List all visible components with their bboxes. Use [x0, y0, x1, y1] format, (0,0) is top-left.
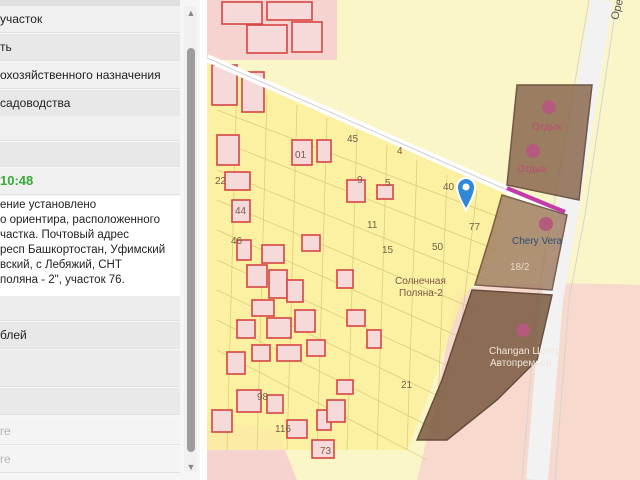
muted-text: re — [0, 424, 11, 438]
field-text: садоводства — [0, 96, 71, 110]
map-number-label: 22 — [215, 176, 227, 187]
scrollbar-thumb[interactable] — [187, 48, 195, 452]
map-canvas[interactable] — [207, 0, 640, 480]
listing-panel: участок ть охозяйственного назначения са… — [0, 0, 200, 480]
field-row-blank — [0, 116, 180, 141]
map-number-label: 45 — [347, 134, 359, 145]
map-number-label: 46 — [231, 236, 243, 247]
field-row-usage: садоводства — [0, 90, 180, 117]
field-row-category: участок — [0, 6, 180, 33]
price-text: блей — [0, 328, 27, 342]
update-time: 10:48 — [0, 168, 180, 195]
area-label-solnechnaya: Солнечная — [395, 276, 446, 287]
car-dealer-icon[interactable] — [539, 217, 553, 231]
map-number-label: 73 — [320, 446, 332, 457]
field-row-muted: re — [0, 418, 180, 445]
field-text: участок — [0, 12, 43, 26]
description-line: о ориентира, расположенного — [0, 214, 160, 226]
field-text: ть — [0, 40, 12, 54]
map-number-label: 18/2 — [510, 262, 530, 273]
description-line: поляна - 2", участок 76. — [0, 274, 125, 286]
poi-label-chery: Chery Vera — [512, 236, 563, 247]
field-row-blank-2 — [0, 142, 180, 167]
description-line: частка. Почтовый адрес — [0, 229, 130, 241]
map-number-label: 4 — [397, 146, 403, 157]
field-text: охозяйственного назначения — [0, 68, 161, 82]
area-label-polyana: Поляна-2 — [399, 288, 443, 299]
map-number-label: 21 — [401, 380, 413, 391]
hotel-icon[interactable] — [526, 144, 540, 158]
map-number-label: 40 — [443, 182, 455, 193]
poi-label-avtopremier: Автопремьер — [490, 358, 552, 369]
map-number-label: 116 — [275, 424, 291, 435]
map-number-label: 44 — [235, 206, 247, 217]
description-line: ение установлено — [0, 199, 97, 211]
car-dealer-icon[interactable] — [516, 323, 530, 337]
scroll-down-arrow-icon[interactable]: ▼ — [186, 462, 196, 472]
map-number-label: 50 — [432, 242, 444, 253]
map-number-label: 5 — [385, 178, 391, 189]
map-number-label: 11 — [367, 220, 378, 231]
poi-label-otdyh-2: Отдых — [517, 164, 548, 175]
field-row-land-category: охозяйственного назначения — [0, 62, 180, 89]
map-number-label: 15 — [382, 245, 394, 256]
restaurant-icon[interactable] — [542, 100, 556, 114]
map-number-label: 98 — [257, 392, 269, 403]
description-line: вский, с Лебяжий, СНТ — [0, 259, 122, 271]
field-row-blank-4 — [0, 350, 180, 387]
field-row-price: блей — [0, 322, 180, 349]
map-number-label: 01 — [295, 150, 307, 161]
muted-text: re — [0, 452, 11, 466]
address-description: ение установлено о ориентира, расположен… — [0, 196, 180, 298]
field-row-blank-5 — [0, 388, 180, 415]
map-number-label: 77 — [469, 222, 481, 233]
field-row-muted-2: re — [0, 446, 180, 473]
poi-label-otdyh: Отдых — [532, 122, 563, 133]
description-line: респ Башкортостан, Уфимский — [0, 244, 166, 256]
field-row-type: ть — [0, 34, 180, 61]
scroll-up-arrow-icon[interactable]: ▲ — [186, 8, 196, 18]
cadastral-map[interactable]: Отдых Отдых Chery Vera 18/2 Солнечная По… — [207, 0, 640, 480]
map-number-label: 9 — [357, 175, 363, 186]
field-row-blank-3 — [0, 296, 180, 321]
poi-label-changan: Changan Центр — [489, 346, 561, 357]
